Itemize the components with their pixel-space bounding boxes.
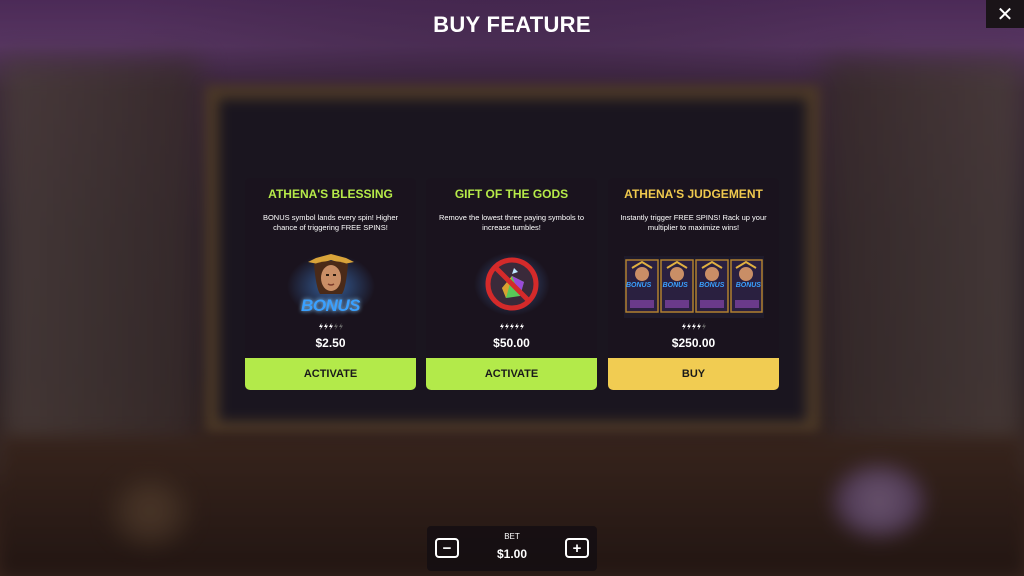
- volatility-indicator: [608, 323, 779, 330]
- buy-button[interactable]: BUY: [608, 358, 779, 390]
- volatility-indicator: [245, 323, 416, 330]
- close-icon: ✕: [996, 3, 1014, 26]
- bonus-label: BONUS: [662, 282, 688, 289]
- card-description: Remove the lowest three paying symbols t…: [438, 213, 585, 232]
- bonus-label: BONUS: [735, 282, 761, 289]
- card-description: Instantly trigger FREE SPINS! Rack up yo…: [620, 213, 767, 232]
- activate-button[interactable]: ACTIVATE: [245, 358, 416, 390]
- page-title: BUY FEATURE: [433, 12, 591, 37]
- feature-card-gift-of-the-gods: GIFT OF THE GODS Remove the lowest three…: [426, 178, 597, 390]
- card-price: $250.00: [671, 336, 716, 350]
- card-title: ATHENA'S JUDGEMENT: [624, 187, 763, 201]
- activate-button[interactable]: ACTIVATE: [426, 358, 597, 390]
- card-title: ATHENA'S BLESSING: [268, 187, 393, 201]
- bonus-label: BONUS: [626, 282, 652, 289]
- feature-card-athenas-blessing: ATHENA'S BLESSING BONUS symbol lands eve…: [245, 178, 416, 390]
- feature-cards: ATHENA'S BLESSING BONUS symbol lands eve…: [245, 178, 779, 390]
- bet-control: − BET $1.00 +: [427, 526, 597, 571]
- bonus-label: BONUS: [699, 282, 725, 289]
- volatility-indicator: [426, 323, 597, 330]
- plus-icon: +: [572, 539, 582, 557]
- feature-card-athenas-judgement: ATHENA'S JUDGEMENT Instantly trigger FRE…: [608, 178, 779, 390]
- no-gems-icon: [426, 248, 597, 318]
- card-price: $50.00: [493, 336, 530, 350]
- card-description: BONUS symbol lands every spin! Higher ch…: [262, 213, 399, 232]
- increase-bet-button[interactable]: +: [565, 538, 589, 558]
- card-price: $2.50: [315, 336, 346, 350]
- card-title: GIFT OF THE GODS: [454, 187, 569, 201]
- close-button[interactable]: ✕: [986, 0, 1024, 28]
- bonus-label: BONUS: [301, 296, 360, 315]
- bonus-labels-row: BONUS BONUS BONUS BONUS: [622, 282, 765, 289]
